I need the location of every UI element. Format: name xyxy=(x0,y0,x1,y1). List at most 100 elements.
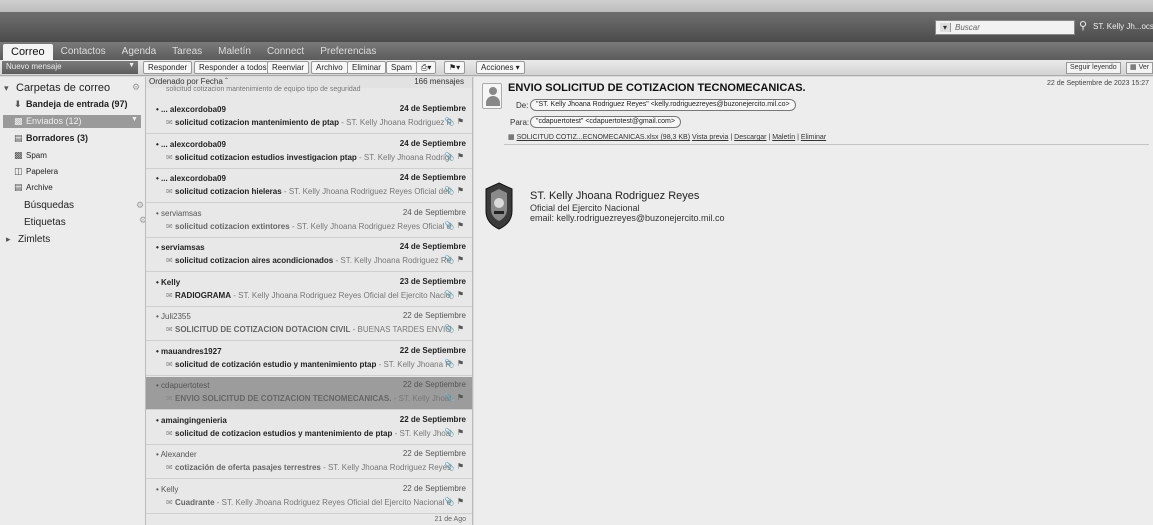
sent-folder-menu-icon[interactable]: ▼ xyxy=(131,116,138,123)
message-subject: ✉ solicitud de cotizacion estudios y mant… xyxy=(166,428,451,438)
attachment-flag-icon[interactable]: 📎 ⚑ xyxy=(445,497,464,506)
message-date: 22 de Septiembre xyxy=(402,449,466,458)
message-subject: ✉ SOLICITUD DE COTIZACION DOTACION CIVIL … xyxy=(166,325,451,334)
attachment-flag-icon[interactable]: 📎 ⚑ xyxy=(445,152,464,161)
table-row[interactable]: • Kelly 23 de Septiembre ✉ RADIOGRAMA - ST.… xyxy=(146,274,472,307)
sidebar-item-trash[interactable]: ◫ Papelera xyxy=(14,166,58,177)
folders-header[interactable]: ▾ Carpetas de correo xyxy=(4,82,110,94)
envelope-icon: ✉ xyxy=(166,428,173,438)
table-row[interactable]: • Juli2355 22 de Septiembre ✉ SOLICITUD DE … xyxy=(146,308,472,341)
tab-tareas[interactable]: Tareas xyxy=(164,44,210,60)
table-row[interactable]: • ... alexcordoba09 24 de Septiembre ✉ soli… xyxy=(146,136,472,169)
message-date: 22 de Septiembre xyxy=(402,380,466,389)
spam-button[interactable]: Spam xyxy=(386,61,417,74)
attachment-flag-icon[interactable]: 📎 ⚑ xyxy=(445,462,464,471)
avatar xyxy=(482,83,502,109)
tab-agenda[interactable]: Agenda xyxy=(114,44,164,60)
attachment-flag-icon[interactable]: 📎 ⚑ xyxy=(445,428,464,437)
preview-link[interactable]: Vista previa xyxy=(692,134,728,141)
new-message-label: Nuevo mensaje xyxy=(6,62,62,71)
sidebar-item-archive[interactable]: ▤ Archive xyxy=(14,182,53,193)
archive-button[interactable]: Archivo xyxy=(311,61,348,74)
tab-maletin[interactable]: Maletín xyxy=(210,44,259,60)
tab-correo[interactable]: Correo xyxy=(3,44,53,60)
table-row[interactable]: • amaingingenieria 22 de Septiembre ✉ solic… xyxy=(146,412,472,445)
expand-triangle-icon[interactable]: ▸ xyxy=(6,234,18,245)
new-message-button[interactable]: Nuevo mensaje ▼ xyxy=(2,61,138,74)
sidebar-item-inbox[interactable]: ⬇ Bandeja de entrada (97) xyxy=(14,99,128,110)
print-icon[interactable]: ⎙▾ xyxy=(416,61,437,74)
search-scope-select[interactable]: ▾ xyxy=(940,23,952,32)
sidebar-searches[interactable]: Búsquedas xyxy=(24,200,74,211)
message-date: 22 de Septiembre xyxy=(399,345,466,355)
chevron-down-icon[interactable]: ▼ xyxy=(128,62,135,69)
table-row[interactable]: • cdapuertotest 22 de Septiembre ✉ ENVIO SO… xyxy=(146,377,472,410)
envelope-icon: ✉ xyxy=(166,221,173,231)
attachment-flag-icon[interactable]: 📎 ⚑ xyxy=(445,290,464,299)
message-sender: • mauandres1927 xyxy=(156,346,222,356)
attachment-flag-icon[interactable]: 📎 ⚑ xyxy=(445,186,464,195)
table-row[interactable]: • serviamsas 24 de Septiembre ✉ solicitud c… xyxy=(146,239,472,272)
message-date: 24 de Septiembre xyxy=(399,104,466,113)
sidebar-tags[interactable]: Etiquetas xyxy=(24,217,66,228)
attachment-flag-icon[interactable]: 📎 ⚑ xyxy=(445,359,464,368)
tab-preferencias[interactable]: Preferencias xyxy=(312,44,384,60)
from-address-bubble[interactable]: "ST. Kelly Jhoana Rodriguez Reyes" <kell… xyxy=(530,99,796,111)
sidebar-zimlets[interactable]: ▸ Zimlets xyxy=(6,234,50,245)
attachment-flag-icon[interactable]: 📎 ⚑ xyxy=(445,324,464,333)
sidebar-item-spam[interactable]: ▩ Spam xyxy=(14,150,47,161)
table-row[interactable]: • ... alexcordoba09 24 de Septiembre ✉ soli… xyxy=(146,170,472,203)
screen-top-band xyxy=(0,0,1153,12)
keep-reading-button[interactable]: Seguir leyendo xyxy=(1066,62,1121,74)
actions-button[interactable]: Acciones ▾ xyxy=(476,61,525,74)
message-sender: • Kelly xyxy=(156,484,179,494)
message-sender: • Alexander xyxy=(156,450,197,459)
view-button[interactable]: ▦ Ver xyxy=(1126,62,1153,74)
search-input[interactable]: ▾ Buscar xyxy=(935,20,1075,35)
sort-arrow-icon[interactable]: ˆ xyxy=(225,77,228,86)
envelope-icon: ✉ xyxy=(166,497,173,507)
message-sender: • serviamsas xyxy=(156,243,205,252)
table-row[interactable]: • Kelly 22 de Septiembre ✉ Cuadrante - ST. … xyxy=(146,481,472,514)
attachment-flag-icon[interactable]: 📎 ⚑ xyxy=(445,117,464,126)
message-list: Ordenado por Fecha ˆ 166 mensajes solici… xyxy=(145,77,473,525)
inbox-icon: ⬇ xyxy=(14,99,22,109)
search-icon[interactable]: ⚲ xyxy=(1079,19,1087,32)
download-link[interactable]: Descargar xyxy=(734,134,766,141)
collapse-triangle-icon[interactable]: ▾ xyxy=(4,83,16,94)
message-subject: ✉ cotización de oferta pasajes terrestres… xyxy=(166,463,451,472)
sort-label[interactable]: Ordenado por Fecha xyxy=(149,77,223,86)
attachment-flag-icon[interactable]: 📎 ⚑ xyxy=(445,393,464,402)
briefcase-link[interactable]: Maletín xyxy=(772,134,795,141)
remove-attachment-link[interactable]: Eliminar xyxy=(801,134,826,141)
table-row[interactable]: • mauandres1927 22 de Septiembre ✉ solicitu… xyxy=(146,343,472,376)
message-count: 166 mensajes xyxy=(414,77,464,86)
from-label: De: xyxy=(516,101,529,110)
table-row[interactable]: • serviamsas 24 de Septiembre ✉ solicitud c… xyxy=(146,205,472,238)
user-menu[interactable]: ST. Kelly Jh...ocs Reyes xyxy=(1093,22,1153,31)
attachment-flag-icon[interactable]: 📎 ⚑ xyxy=(445,255,464,264)
attachment-flag-icon[interactable]: 📎 ⚑ xyxy=(445,221,464,230)
tag-icon[interactable]: ⚑▾ xyxy=(444,61,466,74)
reply-all-button[interactable]: Responder a todos xyxy=(194,61,272,74)
sidebar-item-sent[interactable]: ▩ Enviados (12) xyxy=(14,116,82,127)
message-subject: ✉ solicitud de cotización estudio y mante… xyxy=(166,359,451,369)
message-sender: • ... alexcordoba09 xyxy=(156,139,226,149)
to-address-bubble[interactable]: "cdapuertotest" <cdapuertotest@gmail.com… xyxy=(530,116,681,128)
spam-icon: ▩ xyxy=(14,150,23,160)
delete-button[interactable]: Eliminar xyxy=(347,61,386,74)
partial-top-row[interactable]: solicitud cotizacion mantenimiento de eq… xyxy=(166,86,361,93)
table-row[interactable]: • ... alexcordoba09 24 de Septiembre ✉ soli… xyxy=(146,101,472,134)
message-sender: • serviamsas xyxy=(156,208,202,218)
reply-button[interactable]: Responder xyxy=(143,61,193,74)
signature-name: ST. Kelly Jhoana Rodriguez Reyes xyxy=(530,190,700,202)
attachment-name-link[interactable]: SOLICITUD COTIZ...ECNOMECANICAS.xlsx (98… xyxy=(517,134,690,141)
sidebar-item-drafts[interactable]: ▤ Borradores (3) xyxy=(14,133,88,144)
tab-connect[interactable]: Connect xyxy=(259,44,312,60)
gear-icon[interactable]: ⚙ xyxy=(132,82,140,93)
table-row[interactable]: • Alexander 22 de Septiembre ✉ cotización d… xyxy=(146,446,472,479)
searches-gear-icon[interactable]: ⚙ xyxy=(136,200,144,211)
forward-button[interactable]: Reenviar xyxy=(267,61,310,74)
folder-sidebar: ▾ Carpetas de correo ⚙ ⬇ Bandeja de entrad… xyxy=(0,77,147,525)
tab-contactos[interactable]: Contactos xyxy=(53,44,114,60)
